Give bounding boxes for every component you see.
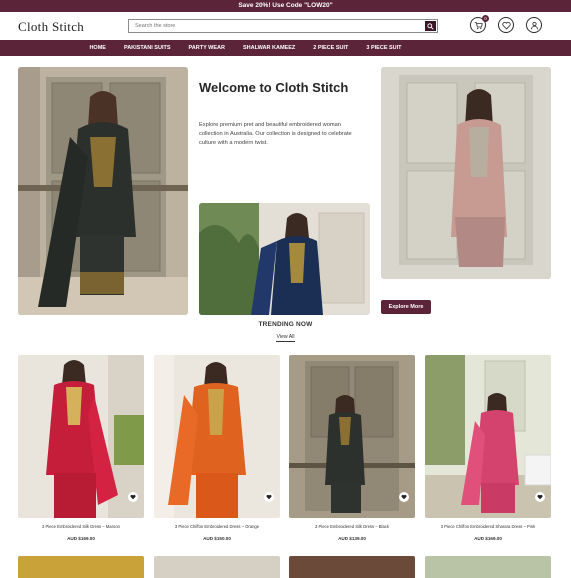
product-name[interactable]: 3 Piece Embroidered Silk Dress – Maroon bbox=[18, 524, 144, 530]
wishlist-button[interactable] bbox=[535, 492, 545, 502]
wishlist-button[interactable] bbox=[498, 17, 514, 33]
view-all-label: View All bbox=[276, 334, 295, 342]
site-logo[interactable]: Cloth Stitch bbox=[18, 19, 84, 35]
logo-text: Cloth Stitch bbox=[18, 19, 85, 34]
nav-item-2-piece-suit[interactable]: 2 PIECE SUIT bbox=[313, 40, 348, 56]
product-image[interactable] bbox=[425, 355, 551, 518]
hero-description: Explore premium pret and beautiful embro… bbox=[199, 122, 352, 146]
nav-spacer bbox=[411, 40, 491, 56]
product-image[interactable] bbox=[18, 355, 144, 518]
search-button[interactable] bbox=[425, 21, 436, 31]
heart-icon bbox=[501, 21, 511, 29]
explore-more-button[interactable]: Explore More bbox=[381, 300, 431, 314]
product-image[interactable] bbox=[18, 556, 144, 578]
product-price: AUD $150.00 bbox=[203, 536, 231, 541]
heart-icon bbox=[401, 494, 407, 500]
account-button[interactable] bbox=[526, 17, 542, 33]
main-nav: HOME PAKISTANI SUITS PARTY WEAR SHALWAR … bbox=[0, 40, 571, 56]
wishlist-button[interactable] bbox=[399, 492, 409, 502]
cart-button[interactable]: 0 bbox=[470, 15, 489, 33]
model-photo bbox=[18, 355, 144, 518]
product-card[interactable]: 3 Piece Chiffon Embroidered Sharara Dres… bbox=[425, 355, 551, 541]
heart-icon bbox=[130, 494, 136, 500]
view-all-link[interactable]: View All bbox=[0, 334, 571, 342]
product-image[interactable] bbox=[425, 556, 551, 578]
product-image[interactable] bbox=[154, 355, 280, 518]
heart-icon bbox=[266, 494, 272, 500]
model-photo bbox=[289, 355, 415, 518]
product-card[interactable]: 3 Piece Embroidered Silk Dress – Maroon … bbox=[18, 355, 144, 541]
cart-icon bbox=[474, 21, 483, 29]
hero-image-middle[interactable] bbox=[199, 203, 370, 315]
nav-item-party-wear[interactable]: PARTY WEAR bbox=[189, 40, 225, 56]
hero-image-left[interactable] bbox=[18, 67, 188, 315]
search-input[interactable] bbox=[129, 20, 424, 32]
product-image[interactable] bbox=[154, 556, 280, 578]
site-header: Cloth Stitch 0 bbox=[0, 12, 571, 40]
heart-icon bbox=[537, 494, 543, 500]
product-name[interactable]: 3 Piece Chiffon Embroidered Dress – Oran… bbox=[154, 524, 280, 530]
product-price: AUD $169.00 bbox=[474, 536, 502, 541]
product-card[interactable]: 3 Piece Chiffon Embroidered Dress – Oran… bbox=[154, 355, 280, 541]
nav-item-home[interactable]: HOME bbox=[89, 40, 106, 56]
nav-item-3-piece-suit[interactable]: 3 PIECE SUIT bbox=[366, 40, 401, 56]
product-price: AUD $139.00 bbox=[338, 536, 366, 541]
header-icons: 0 bbox=[470, 15, 542, 33]
user-icon bbox=[530, 21, 538, 29]
model-photo bbox=[381, 67, 551, 279]
product-name[interactable]: 3 Piece Embroidered Silk Dress – Black bbox=[289, 524, 415, 530]
product-image[interactable] bbox=[289, 556, 415, 578]
product-image[interactable] bbox=[289, 355, 415, 518]
model-photo bbox=[154, 355, 280, 518]
announcement-text: Save 20%! Use Code "LOW20" bbox=[238, 2, 333, 9]
product-price: AUD $169.00 bbox=[67, 536, 95, 541]
model-photo bbox=[425, 355, 551, 518]
product-card[interactable]: 3 Piece Embroidered Silk Dress – Black A… bbox=[289, 355, 415, 541]
model-photo bbox=[199, 203, 370, 315]
search-bar bbox=[128, 19, 438, 33]
wishlist-button[interactable] bbox=[264, 492, 274, 502]
nav-item-shalwar-kameez[interactable]: SHALWAR KAMEEZ bbox=[243, 40, 295, 56]
hero-title: Welcome to Cloth Stitch bbox=[199, 80, 349, 95]
hero-image-right[interactable] bbox=[381, 67, 551, 279]
product-name[interactable]: 3 Piece Chiffon Embroidered Sharara Dres… bbox=[425, 524, 551, 530]
nav-item-pakistani-suits[interactable]: PAKISTANI SUITS bbox=[124, 40, 171, 56]
cart-count-badge: 0 bbox=[482, 15, 489, 22]
search-icon bbox=[427, 22, 434, 30]
announcement-bar: Save 20%! Use Code "LOW20" bbox=[0, 0, 571, 12]
model-photo bbox=[18, 67, 188, 315]
wishlist-button[interactable] bbox=[128, 492, 138, 502]
trending-title: TRENDING NOW bbox=[258, 321, 313, 328]
